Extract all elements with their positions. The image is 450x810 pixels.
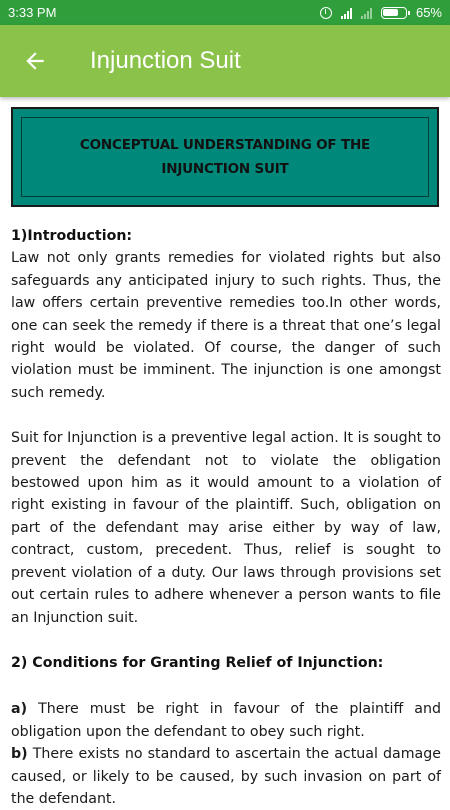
conditions-heading: 2) Conditions for Granting Relief of Inj… [11,654,384,671]
condition-marker: a) [11,701,28,718]
suit-paragraph: Suit for Injunction is a preventive lega… [11,430,441,626]
banner-title-line2: INJUNCTION SUIT [161,161,289,177]
status-time: 3:33 PM [8,5,57,20]
intro-paragraph: Law not only grants remedies for violate… [11,250,441,401]
banner-title: CONCEPTUAL UNDERSTANDING OF THE INJUNCTI… [80,133,370,181]
section-banner: CONCEPTUAL UNDERSTANDING OF THE INJUNCTI… [11,107,439,207]
condition-item: a) There must be right in favour of the … [11,698,441,743]
signal-icon [360,7,372,19]
battery-level: 65% [415,5,442,20]
app-bar: Injunction Suit [0,25,450,97]
intro-heading: 1)Introduction: [11,228,133,244]
status-bar: 3:33 PM 65% [0,0,450,25]
article-content: 1)Introduction: Law not only grants reme… [11,225,441,810]
arrow-left-icon[interactable] [22,48,48,74]
banner-title-line1: CONCEPTUAL UNDERSTANDING OF THE [79,137,371,153]
condition-marker: b) [11,746,28,763]
banner-inner-frame: CONCEPTUAL UNDERSTANDING OF THE INJUNCTI… [21,117,429,197]
page-title: Injunction Suit [90,47,241,74]
signal-icon [340,7,352,19]
status-icons: 65% [319,5,450,20]
condition-text: There must be right in favour of the pla… [11,701,441,740]
battery-icon [380,6,410,19]
condition-text: There exists no standard to ascertain th… [11,746,441,807]
alarm-icon [319,6,332,19]
